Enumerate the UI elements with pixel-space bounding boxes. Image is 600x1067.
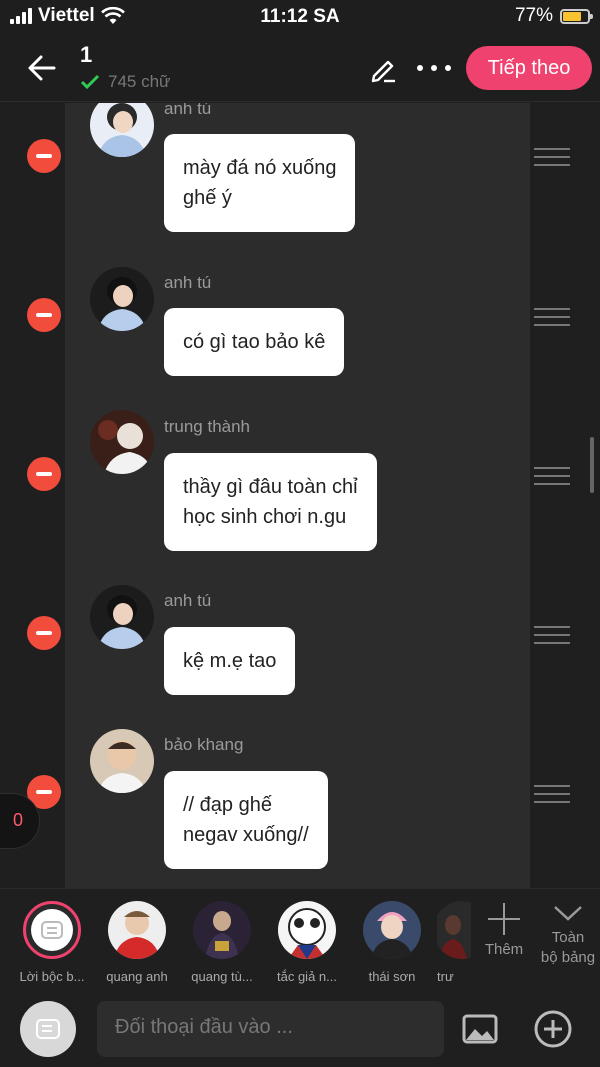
- pencil-icon[interactable]: [368, 54, 398, 84]
- check-icon: [80, 74, 100, 90]
- avatar: [90, 410, 154, 474]
- character-label: thái sơn: [368, 969, 416, 984]
- plus-icon: [488, 903, 520, 935]
- battery-percent: 77%: [514, 5, 553, 26]
- word-count-label: 745 chữ: [108, 72, 171, 91]
- character-thai-son[interactable]: thái sơn: [352, 901, 432, 984]
- speaker-name: anh tú: [164, 273, 212, 292]
- chevron-down-icon: [554, 906, 582, 921]
- avatar: [363, 901, 421, 959]
- message-bubble[interactable]: // đạp ghế negav xuống//: [164, 771, 328, 869]
- battery-icon: [560, 8, 593, 24]
- dialogue-list[interactable]: anh tú mày đá nó xuống ghế ý anh tú có g…: [0, 103, 600, 888]
- speaker-name: anh tú: [164, 103, 212, 118]
- add-circle-icon[interactable]: [534, 1010, 572, 1048]
- character-label: tắc giả n...: [277, 969, 337, 984]
- avatar: [90, 729, 154, 793]
- character-bar: Lời bộc b... quang anh quang tù... tắc g…: [0, 888, 600, 988]
- message-icon: [36, 1019, 60, 1039]
- speaker-name: bảo khang: [164, 735, 244, 754]
- message-icon: [41, 921, 63, 939]
- editor-header: 1 745 chữ Tiếp theo: [0, 34, 600, 102]
- drag-handle-icon[interactable]: [534, 308, 570, 328]
- delete-button[interactable]: [27, 457, 61, 491]
- chapter-number: 1: [80, 42, 93, 67]
- character-label: quang tù...: [191, 969, 253, 984]
- input-bar: Đối thoại đầu vào ...: [0, 988, 600, 1067]
- character-label: quang anh: [106, 969, 168, 984]
- character-quang-tu[interactable]: quang tù...: [182, 901, 262, 984]
- character-tac-gia[interactable]: tắc giả n...: [267, 901, 347, 984]
- clock: 11:12 SA: [260, 6, 340, 27]
- dialogue-type-button[interactable]: [20, 1001, 76, 1057]
- speaker-name: anh tú: [164, 591, 212, 610]
- avatar: [193, 901, 251, 959]
- image-icon[interactable]: [462, 1014, 498, 1044]
- avatar: [278, 901, 336, 959]
- delete-button[interactable]: [27, 616, 61, 650]
- character-partial[interactable]: trư: [437, 901, 471, 984]
- dialogue-input[interactable]: Đối thoại đầu vào ...: [97, 1001, 444, 1057]
- character-quang-anh[interactable]: quang anh: [97, 901, 177, 984]
- drag-handle-icon[interactable]: [534, 467, 570, 487]
- more-icon[interactable]: [414, 56, 454, 80]
- status-bar: Viettel 11:12 SA 77%: [0, 0, 600, 34]
- delete-button[interactable]: [27, 139, 61, 173]
- character-narration[interactable]: Lời bộc b...: [12, 901, 92, 984]
- avatar: [437, 901, 471, 959]
- counter-value: 0: [13, 810, 24, 830]
- delete-button[interactable]: [27, 298, 61, 332]
- avatar: [108, 901, 166, 959]
- character-label: Lời bộc b...: [19, 969, 85, 984]
- narration-avatar: [23, 901, 81, 959]
- message-bubble[interactable]: thầy gì đâu toàn chỉ học sinh chơi n.gu: [164, 453, 377, 551]
- add-character-button[interactable]: Thêm: [478, 903, 530, 958]
- message-bubble[interactable]: mày đá nó xuống ghế ý: [164, 134, 356, 232]
- full-board-label: Toàn bộ bảng: [540, 929, 596, 966]
- add-character-label: Thêm: [484, 941, 524, 958]
- full-board-button[interactable]: Toàn bộ bảng: [536, 903, 600, 968]
- drag-handle-icon[interactable]: [534, 148, 570, 168]
- scrollbar[interactable]: [590, 437, 594, 493]
- word-count: 745 chữ: [80, 72, 170, 92]
- speaker-name: trung thành: [164, 417, 251, 436]
- avatar: [90, 585, 154, 649]
- drag-handle-icon[interactable]: [534, 626, 570, 646]
- character-label: trư: [437, 969, 454, 984]
- back-arrow-icon[interactable]: [24, 50, 60, 86]
- message-bubble[interactable]: kệ m.ẹ tao: [164, 627, 296, 695]
- next-button[interactable]: Tiếp theo: [466, 46, 592, 90]
- battery-area: 77%: [514, 5, 593, 27]
- avatar: [90, 267, 154, 331]
- message-bubble[interactable]: có gì tao bảo kê: [164, 308, 345, 376]
- drag-handle-icon[interactable]: [534, 785, 570, 805]
